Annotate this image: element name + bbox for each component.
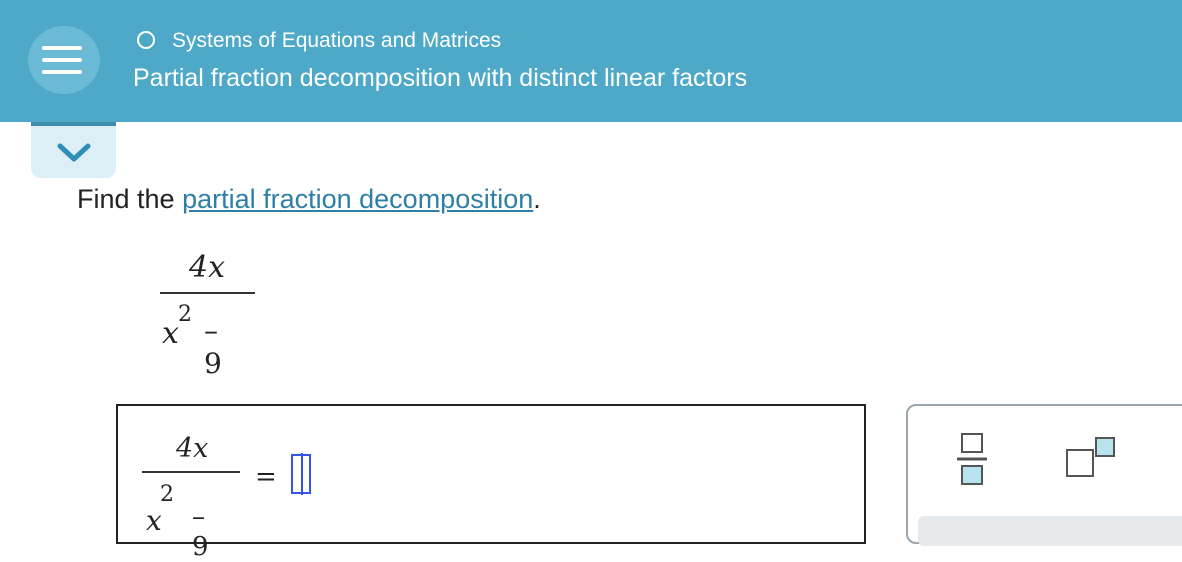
collapse-button[interactable]	[31, 122, 116, 178]
input-cursor[interactable]	[291, 453, 311, 495]
answer-denominator-exponent: 2	[160, 482, 174, 507]
palette-strip	[918, 516, 1182, 546]
header-bar: Systems of Equations and Matrices Partia…	[0, 0, 1182, 122]
progress-circle-icon	[137, 31, 155, 49]
answer-denominator-constant: – 9	[192, 502, 209, 562]
question-prefix: Find the	[77, 184, 183, 214]
math-palette	[906, 404, 1182, 546]
denominator-constant: – 9	[204, 314, 222, 380]
question-suffix: .	[533, 184, 541, 214]
question-text: Find the partial fraction decomposition.	[77, 184, 541, 215]
topic-label: Systems of Equations and Matrices	[172, 29, 502, 52]
numerator: 4x	[189, 250, 226, 285]
superscript-icon[interactable]	[1065, 436, 1119, 485]
answer-denominator-variable: x	[146, 504, 162, 537]
decomposition-link[interactable]: partial fraction decomposition	[182, 184, 533, 214]
fraction-icon[interactable]	[955, 432, 989, 493]
answer-numerator: 4x	[176, 433, 209, 464]
denominator-exponent: 2	[178, 302, 192, 327]
hamburger-icon[interactable]	[28, 26, 100, 94]
page-title: Partial fraction decomposition with dist…	[133, 64, 748, 92]
answer-input-area[interactable]	[116, 404, 866, 544]
answer-fraction-bar	[142, 471, 240, 473]
fraction-bar	[160, 292, 255, 294]
denominator-variable: x	[162, 316, 179, 351]
equals-sign: =	[255, 462, 277, 492]
chevron-down-icon	[57, 143, 91, 162]
